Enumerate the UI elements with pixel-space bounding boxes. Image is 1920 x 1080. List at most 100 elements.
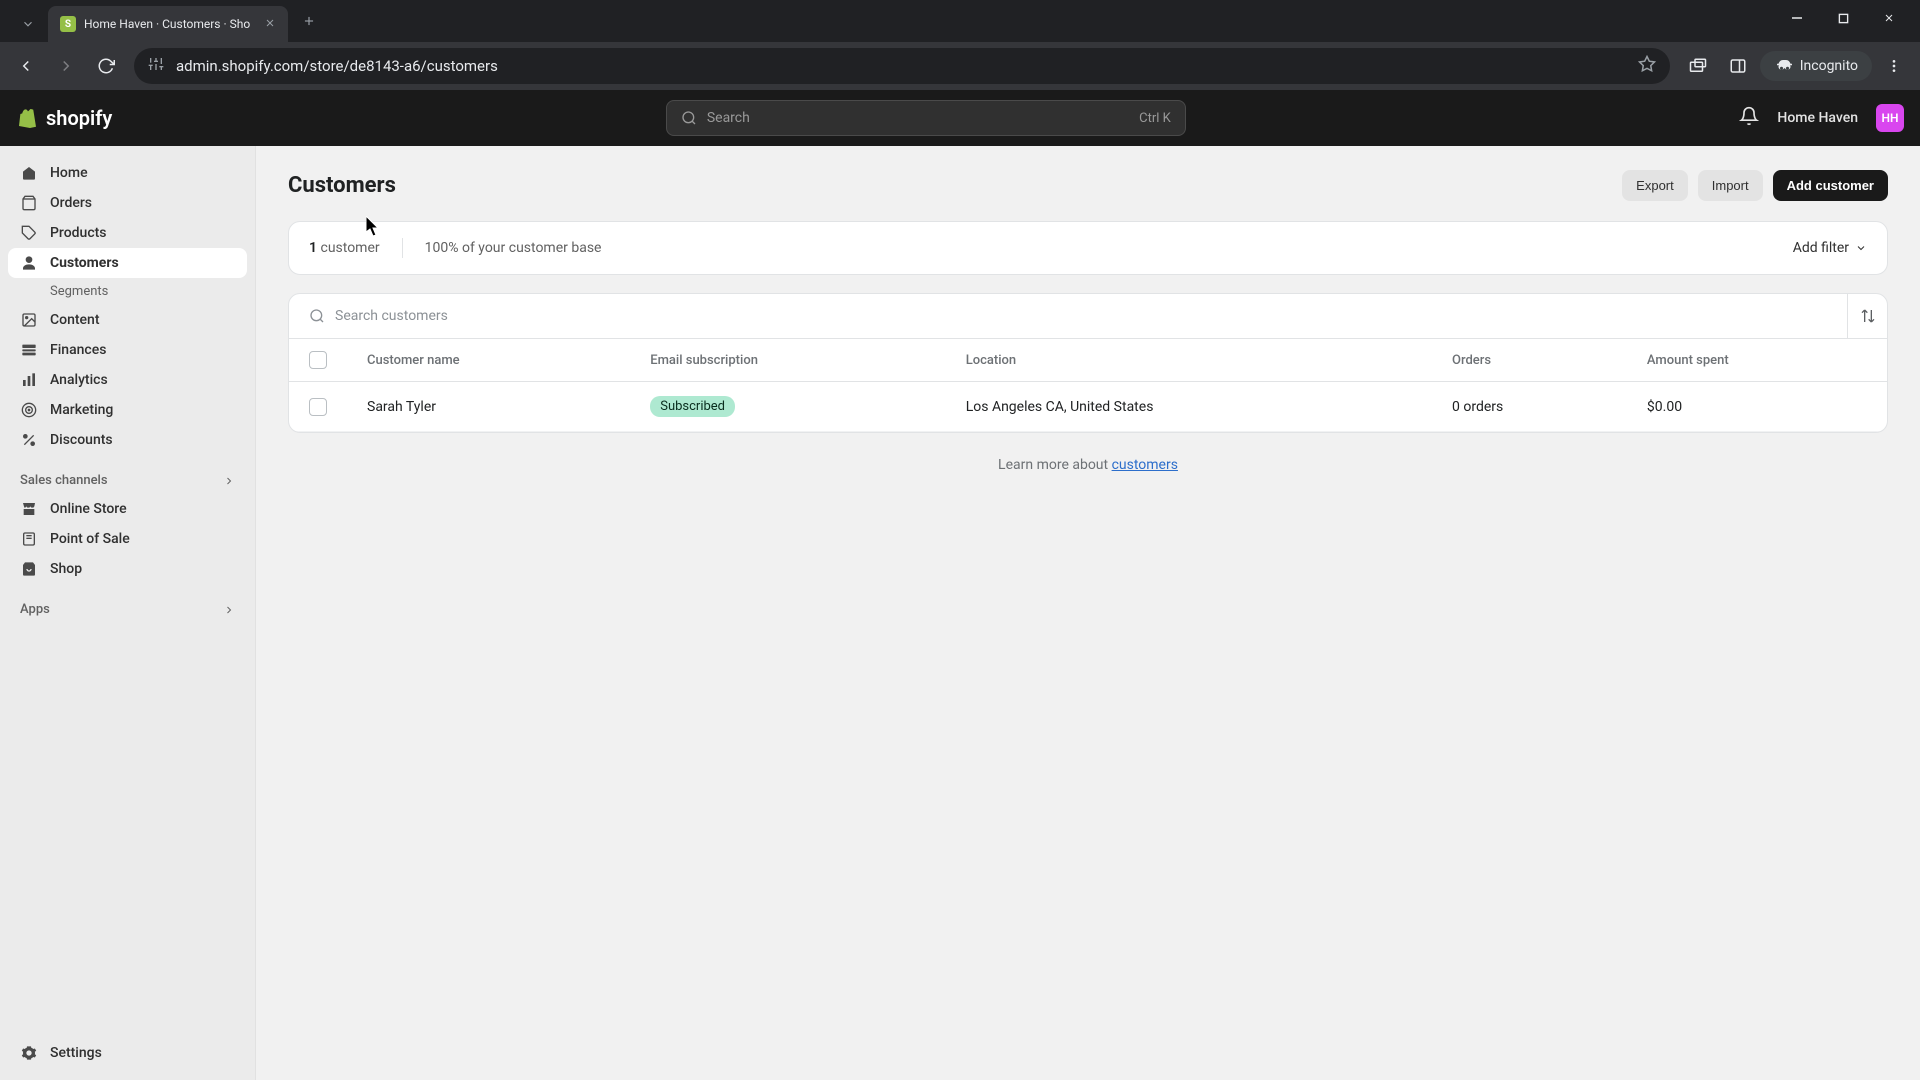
address-bar: admin.shopify.com/store/de8143-a6/custom… bbox=[0, 42, 1920, 90]
customers-search-input[interactable]: Search customers bbox=[289, 296, 1847, 336]
gear-icon bbox=[20, 1045, 38, 1061]
nav-label: Home bbox=[50, 165, 88, 181]
customers-table: Customer name Email subscription Locatio… bbox=[289, 339, 1887, 432]
col-location[interactable]: Location bbox=[946, 339, 1432, 382]
search-icon bbox=[681, 110, 697, 126]
discounts-icon bbox=[20, 432, 38, 448]
nav-label: Shop bbox=[50, 561, 82, 577]
cell-orders: 0 orders bbox=[1432, 382, 1627, 432]
window-close-button[interactable] bbox=[1866, 0, 1912, 36]
search-placeholder: Search customers bbox=[335, 308, 448, 324]
chevron-down-icon bbox=[1855, 242, 1867, 254]
import-button[interactable]: Import bbox=[1698, 170, 1763, 201]
export-button[interactable]: Export bbox=[1622, 170, 1688, 201]
nav-customers[interactable]: Customers bbox=[8, 248, 247, 278]
window-maximize-button[interactable] bbox=[1820, 0, 1866, 36]
nav-point-of-sale[interactable]: Point of Sale bbox=[8, 524, 247, 554]
customers-help-link[interactable]: customers bbox=[1112, 457, 1178, 473]
browser-tab[interactable]: S Home Haven · Customers · Sho bbox=[48, 6, 288, 42]
content-icon bbox=[20, 312, 38, 328]
divider bbox=[402, 238, 403, 258]
add-filter-button[interactable]: Add filter bbox=[1793, 240, 1867, 256]
apps-section[interactable]: Apps bbox=[8, 584, 247, 623]
sort-button[interactable] bbox=[1847, 294, 1887, 338]
customer-base-pct: 100% of your customer base bbox=[425, 240, 602, 256]
nav-content[interactable]: Content bbox=[8, 305, 247, 335]
row-checkbox[interactable] bbox=[309, 398, 327, 416]
cell-amount-spent: $0.00 bbox=[1627, 382, 1887, 432]
search-icon bbox=[309, 308, 325, 324]
filter-summary-bar: 1 customer 100% of your customer base Ad… bbox=[288, 221, 1888, 275]
select-all-checkbox[interactable] bbox=[309, 351, 327, 369]
nav-label: Content bbox=[50, 312, 100, 328]
marketing-icon bbox=[20, 402, 38, 418]
user-avatar[interactable]: HH bbox=[1876, 104, 1904, 132]
window-minimize-button[interactable] bbox=[1774, 0, 1820, 36]
col-orders[interactable]: Orders bbox=[1432, 339, 1627, 382]
media-control-icon[interactable] bbox=[1680, 48, 1716, 84]
nav-settings[interactable]: Settings bbox=[8, 1038, 247, 1068]
nav-finances[interactable]: Finances bbox=[8, 335, 247, 365]
tab-title: Home Haven · Customers · Sho bbox=[84, 17, 256, 31]
pos-icon bbox=[20, 531, 38, 547]
nav-discounts[interactable]: Discounts bbox=[8, 425, 247, 455]
sort-icon bbox=[1860, 308, 1876, 324]
url-text: admin.shopify.com/store/de8143-a6/custom… bbox=[176, 57, 1626, 75]
nav-forward-button[interactable] bbox=[48, 48, 84, 84]
shopify-logo[interactable]: shopify bbox=[16, 106, 112, 130]
nav-label: Settings bbox=[50, 1045, 102, 1061]
browser-menu-button[interactable] bbox=[1876, 48, 1912, 84]
finances-icon bbox=[20, 342, 38, 358]
site-settings-icon[interactable] bbox=[148, 56, 164, 76]
nav-shop[interactable]: Shop bbox=[8, 554, 247, 584]
search-shortcut: Ctrl K bbox=[1139, 111, 1171, 126]
home-icon bbox=[20, 165, 38, 181]
subscription-badge: Subscribed bbox=[650, 396, 735, 417]
incognito-label: Incognito bbox=[1800, 58, 1858, 74]
nav-back-button[interactable] bbox=[8, 48, 44, 84]
orders-icon bbox=[20, 195, 38, 211]
browser-tab-bar: S Home Haven · Customers · Sho bbox=[0, 0, 1920, 42]
incognito-icon bbox=[1774, 57, 1792, 75]
logo-text: shopify bbox=[46, 106, 112, 130]
cell-customer-name: Sarah Tyler bbox=[347, 382, 630, 432]
table-row[interactable]: Sarah Tyler Subscribed Los Angeles CA, U… bbox=[289, 382, 1887, 432]
nav-home[interactable]: Home bbox=[8, 158, 247, 188]
nav-reload-button[interactable] bbox=[88, 48, 124, 84]
chevron-right-icon bbox=[223, 604, 235, 616]
nav-orders[interactable]: Orders bbox=[8, 188, 247, 218]
nav-online-store[interactable]: Online Store bbox=[8, 494, 247, 524]
notifications-button[interactable] bbox=[1739, 106, 1759, 130]
store-icon bbox=[20, 501, 38, 517]
customer-count: 1 customer bbox=[309, 240, 380, 256]
tab-search-button[interactable] bbox=[8, 6, 48, 42]
nav-products[interactable]: Products bbox=[8, 218, 247, 248]
footer-help-text: Learn more about customers bbox=[288, 457, 1888, 473]
col-email-subscription[interactable]: Email subscription bbox=[630, 339, 946, 382]
col-amount-spent[interactable]: Amount spent bbox=[1627, 339, 1887, 382]
nav-analytics[interactable]: Analytics bbox=[8, 365, 247, 395]
chevron-right-icon bbox=[223, 475, 235, 487]
global-search[interactable]: Search Ctrl K bbox=[666, 100, 1186, 136]
nav-label: Products bbox=[50, 225, 107, 241]
col-customer-name[interactable]: Customer name bbox=[347, 339, 630, 382]
bookmark-star-icon[interactable] bbox=[1638, 55, 1656, 77]
store-name[interactable]: Home Haven bbox=[1777, 110, 1858, 126]
shopify-logo-icon bbox=[16, 106, 40, 130]
nav-label: Finances bbox=[50, 342, 106, 358]
nav-segments[interactable]: Segments bbox=[8, 278, 247, 305]
new-tab-button[interactable] bbox=[294, 6, 324, 36]
sales-channels-section[interactable]: Sales channels bbox=[8, 455, 247, 494]
nav-label: Analytics bbox=[50, 372, 108, 388]
section-label: Apps bbox=[20, 602, 50, 617]
customers-icon bbox=[20, 255, 38, 271]
incognito-indicator[interactable]: Incognito bbox=[1760, 51, 1872, 81]
url-field[interactable]: admin.shopify.com/store/de8143-a6/custom… bbox=[134, 48, 1670, 84]
cell-location: Los Angeles CA, United States bbox=[946, 382, 1432, 432]
side-panel-icon[interactable] bbox=[1720, 48, 1756, 84]
main-content: Customers Export Import Add customer 1 c… bbox=[256, 146, 1920, 1080]
nav-marketing[interactable]: Marketing bbox=[8, 395, 247, 425]
section-label: Sales channels bbox=[20, 473, 108, 488]
close-tab-icon[interactable] bbox=[264, 17, 276, 32]
add-customer-button[interactable]: Add customer bbox=[1773, 170, 1888, 201]
